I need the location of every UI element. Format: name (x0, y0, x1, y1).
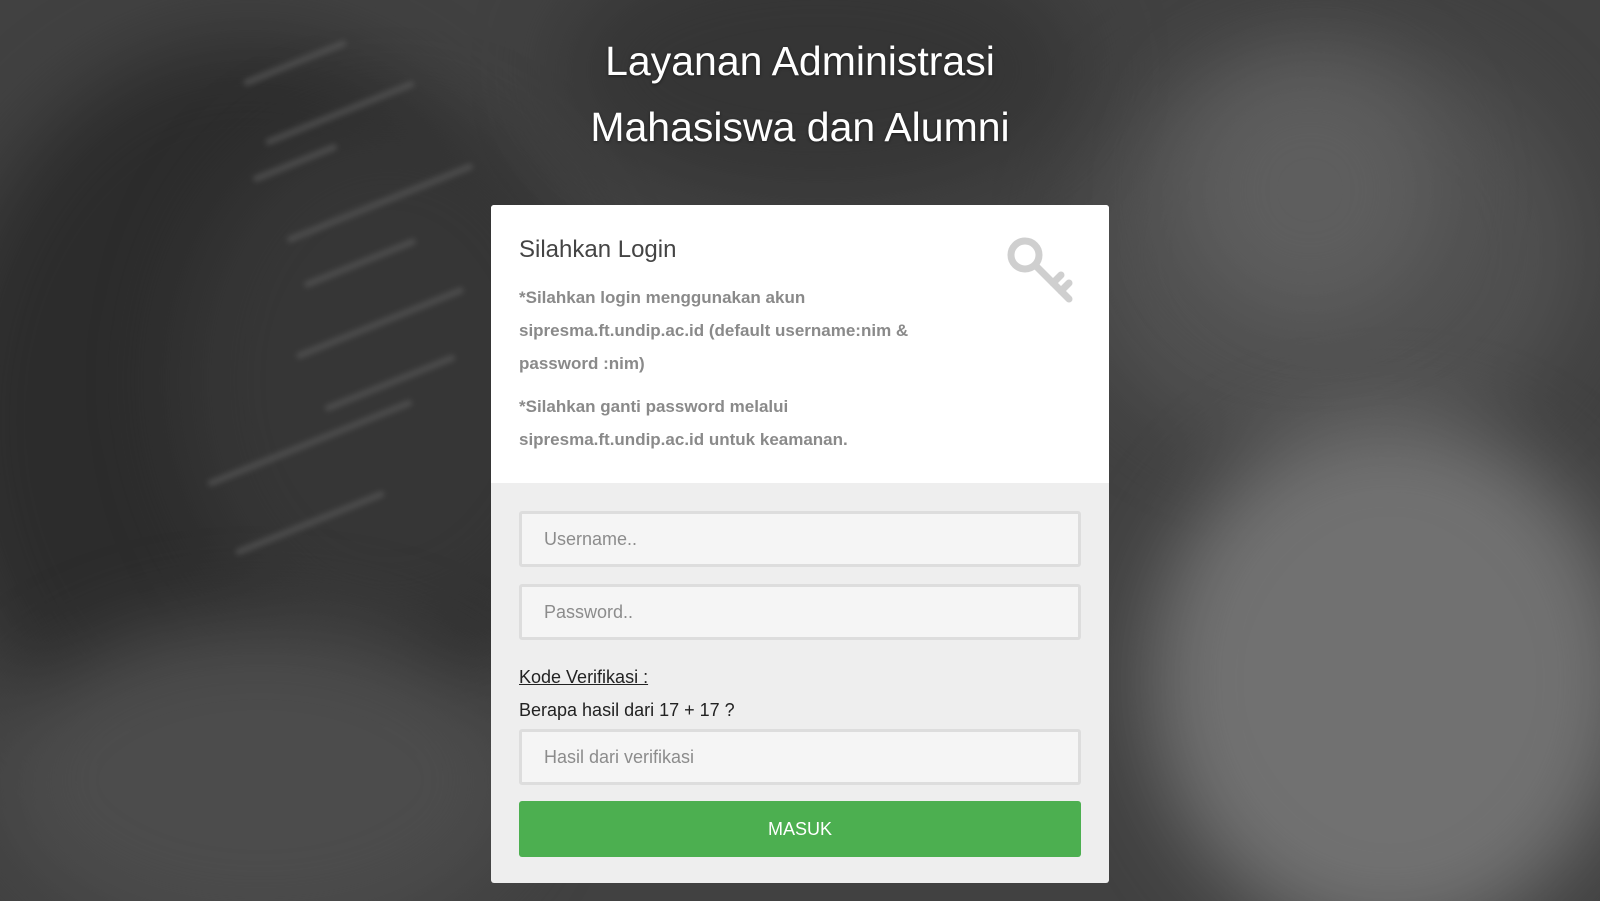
password-input[interactable] (519, 584, 1081, 640)
verification-input[interactable] (519, 729, 1081, 785)
verification-label: Kode Verifikasi : (519, 667, 649, 687)
verification-question: Berapa hasil dari 17 + 17 ? (519, 700, 735, 720)
login-note-password: *Silahkan ganti password melalui sipresm… (519, 397, 848, 449)
page-title-line2: Mahasiswa dan Alumni (590, 104, 1010, 150)
page-title-line1: Layanan Administrasi (605, 38, 995, 84)
login-card-header: Silahkan Login *Silahkan login menggunak… (491, 205, 1109, 483)
username-input[interactable] (519, 511, 1081, 567)
login-note-account: *Silahkan login menggunakan akun sipresm… (519, 288, 909, 373)
login-card: Silahkan Login *Silahkan login menggunak… (491, 205, 1109, 883)
login-submit-button[interactable]: MASUK (519, 801, 1081, 857)
login-form: Kode Verifikasi : Berapa hasil dari 17 +… (491, 483, 1109, 857)
login-heading: Silahkan Login (519, 236, 677, 263)
page-title: Layanan Administrasi Mahasiswa dan Alumn… (0, 28, 1600, 160)
key-icon (1007, 237, 1073, 303)
